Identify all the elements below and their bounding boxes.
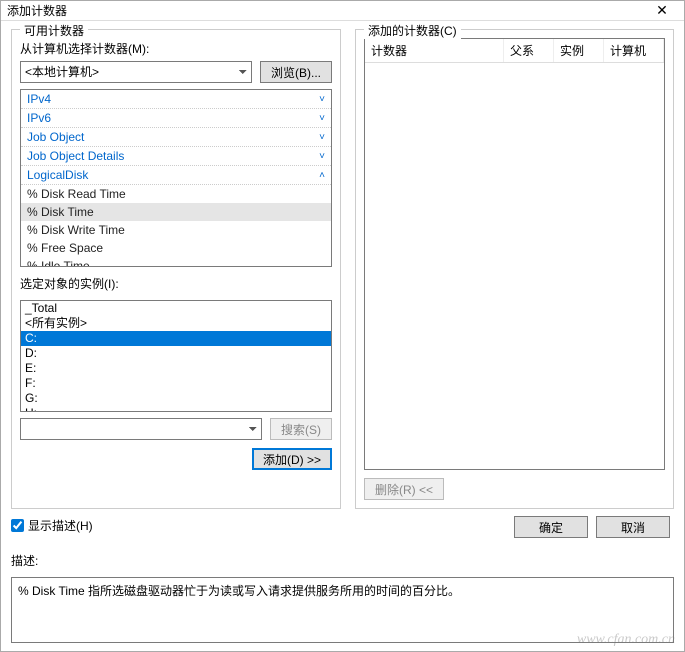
instance-item[interactable]: D: bbox=[21, 346, 331, 361]
counter-group[interactable]: LogicalDisk˄ bbox=[21, 166, 331, 185]
chevron-down-icon: ˅ bbox=[319, 132, 325, 143]
titlebar: 添加计数器 ✕ bbox=[1, 1, 684, 21]
browse-button[interactable]: 浏览(B)... bbox=[260, 61, 332, 83]
dialog-window: 添加计数器 ✕ 可用计数器 从计算机选择计数器(M): <本地计算机> 浏览(B… bbox=[0, 0, 685, 652]
col-computer: 计算机 bbox=[604, 39, 664, 62]
counter-group[interactable]: IPv6˅ bbox=[21, 109, 331, 128]
ok-button[interactable]: 确定 bbox=[514, 516, 588, 538]
col-instance: 实例 bbox=[554, 39, 604, 62]
remove-button[interactable]: 删除(R) << bbox=[364, 478, 444, 500]
available-legend: 可用计数器 bbox=[20, 22, 88, 39]
added-legend: 添加的计数器(C) bbox=[364, 22, 461, 39]
computer-combo[interactable]: <本地计算机> bbox=[20, 61, 252, 83]
col-parent: 父系 bbox=[504, 39, 554, 62]
added-table-header: 计数器 父系 实例 计算机 bbox=[365, 39, 664, 63]
counter-child[interactable]: % Disk Write Time bbox=[21, 221, 331, 239]
instance-item[interactable]: <所有实例> bbox=[21, 316, 331, 331]
instance-item[interactable]: F: bbox=[21, 376, 331, 391]
description-box: % Disk Time 指所选磁盘驱动器忙于为读或写入请求提供服务所用的时间的百… bbox=[11, 577, 674, 643]
chevron-up-icon: ˄ bbox=[319, 170, 325, 181]
counter-group[interactable]: IPv4˅ bbox=[21, 90, 331, 109]
chevron-down-icon: ˅ bbox=[319, 151, 325, 162]
instance-item[interactable]: C: bbox=[21, 331, 331, 346]
counter-group[interactable]: Job Object˅ bbox=[21, 128, 331, 147]
window-title: 添加计数器 bbox=[7, 2, 646, 19]
instance-item[interactable]: H: bbox=[21, 406, 331, 412]
instance-search-combo[interactable] bbox=[20, 418, 262, 440]
counter-child[interactable]: % Free Space bbox=[21, 239, 331, 257]
close-icon[interactable]: ✕ bbox=[646, 2, 678, 19]
added-counters-group: 添加的计数器(C) 计数器 父系 实例 计算机 删除(R) << bbox=[355, 29, 674, 509]
instance-item[interactable]: E: bbox=[21, 361, 331, 376]
search-button[interactable]: 搜索(S) bbox=[270, 418, 332, 440]
instance-list[interactable]: _Total<所有实例>C:D:E:F:G:H: bbox=[20, 300, 332, 412]
instances-label: 选定对象的实例(I): bbox=[20, 275, 332, 292]
counter-group[interactable]: Job Object Details˅ bbox=[21, 147, 331, 166]
counter-child[interactable]: % Disk Read Time bbox=[21, 185, 331, 203]
select-computer-label: 从计算机选择计数器(M): bbox=[20, 40, 332, 57]
counter-child[interactable]: % Idle Time bbox=[21, 257, 331, 267]
added-table[interactable]: 计数器 父系 实例 计算机 bbox=[364, 38, 665, 470]
content-area: 可用计数器 从计算机选择计数器(M): <本地计算机> 浏览(B)... IPv… bbox=[1, 21, 684, 651]
cancel-button[interactable]: 取消 bbox=[596, 516, 670, 538]
description-text: % Disk Time 指所选磁盘驱动器忙于为读或写入请求提供服务所用的时间的百… bbox=[18, 584, 460, 598]
available-counters-group: 可用计数器 从计算机选择计数器(M): <本地计算机> 浏览(B)... IPv… bbox=[11, 29, 341, 509]
col-counter: 计数器 bbox=[365, 39, 504, 62]
instance-item[interactable]: G: bbox=[21, 391, 331, 406]
instance-item[interactable]: _Total bbox=[21, 301, 331, 316]
counter-tree[interactable]: IPv4˅IPv6˅Job Object˅Job Object Details˅… bbox=[20, 89, 332, 267]
counter-child[interactable]: % Disk Time bbox=[21, 203, 331, 221]
add-button[interactable]: 添加(D) >> bbox=[252, 448, 332, 470]
chevron-down-icon: ˅ bbox=[319, 113, 325, 124]
chevron-down-icon: ˅ bbox=[319, 94, 325, 105]
description-label: 描述: bbox=[11, 552, 674, 569]
